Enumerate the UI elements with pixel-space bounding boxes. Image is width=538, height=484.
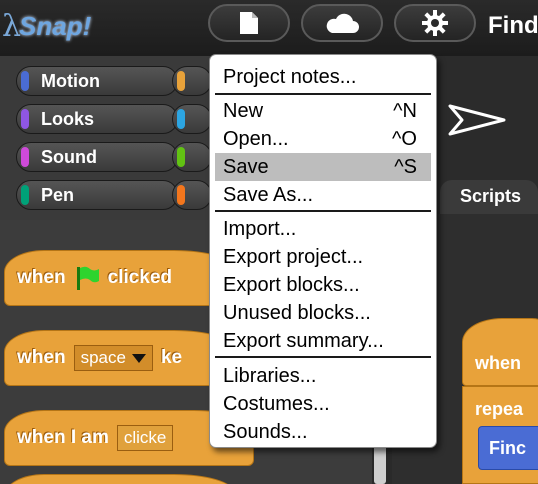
menu-label: Costumes... bbox=[223, 393, 330, 415]
menu-label: Save bbox=[223, 156, 269, 178]
menu-label: Unused blocks... bbox=[223, 302, 371, 324]
menu-label: New bbox=[223, 100, 264, 122]
menu-shortcut: ^N bbox=[393, 100, 417, 122]
snap-logo[interactable]: λ Snap! bbox=[0, 4, 120, 48]
menu-item-open[interactable]: Open... ^O bbox=[215, 125, 431, 153]
menu-item-unused-blocks[interactable]: Unused blocks... bbox=[215, 299, 431, 327]
menu-item-export-summary[interactable]: Export summary... bbox=[215, 327, 431, 355]
sensing-swatch bbox=[177, 109, 185, 129]
operators-swatch bbox=[177, 147, 185, 167]
category-pane: Motion Looks Sound Pen bbox=[0, 56, 212, 220]
category-motion[interactable]: Motion bbox=[16, 66, 178, 96]
menu-label: Project notes... bbox=[223, 66, 357, 88]
menu-shortcut: ^S bbox=[394, 156, 417, 178]
menu-label: Export blocks... bbox=[223, 274, 360, 296]
block-text: Finc bbox=[489, 438, 527, 458]
category-control-edge[interactable] bbox=[172, 66, 212, 96]
script-find-block[interactable]: Finc bbox=[478, 426, 538, 470]
interaction-dropdown[interactable]: clicke bbox=[116, 425, 174, 451]
pen-swatch bbox=[21, 185, 29, 205]
dropdown-arrow-icon bbox=[131, 353, 146, 363]
menu-item-costumes[interactable]: Costumes... bbox=[215, 390, 431, 418]
menu-item-save-as[interactable]: Save As... bbox=[215, 181, 431, 209]
sprite-arrow-icon[interactable] bbox=[448, 100, 508, 140]
block-text: when bbox=[17, 267, 66, 288]
variables-swatch bbox=[177, 185, 185, 205]
settings-button[interactable] bbox=[394, 4, 476, 42]
menu-item-new[interactable]: New ^N bbox=[215, 97, 431, 125]
menu-separator bbox=[215, 356, 431, 358]
block-text: clicked bbox=[107, 267, 172, 288]
menu-item-save[interactable]: Save ^S bbox=[215, 153, 431, 181]
top-bar: λ Snap! Find bbox=[0, 0, 538, 56]
menu-label: Save As... bbox=[223, 184, 314, 206]
menu-item-libraries[interactable]: Libraries... bbox=[215, 362, 431, 390]
sound-swatch bbox=[21, 147, 29, 167]
key-value: space bbox=[80, 348, 126, 367]
palette-block-partial[interactable] bbox=[4, 474, 234, 484]
category-label: Pen bbox=[41, 185, 75, 205]
menu-label: Import... bbox=[223, 218, 297, 240]
menu-label: Libraries... bbox=[223, 365, 317, 387]
block-text: when bbox=[475, 353, 522, 373]
menu-separator bbox=[215, 93, 431, 95]
menu-item-sounds[interactable]: Sounds... bbox=[215, 418, 431, 446]
category-sensing-edge[interactable] bbox=[172, 104, 212, 134]
menu-label: Export summary... bbox=[223, 330, 384, 352]
block-text: when bbox=[17, 347, 66, 368]
block-text: when I am bbox=[17, 427, 109, 448]
file-menu: Project notes... New ^N Open... ^O Save … bbox=[209, 54, 437, 448]
cloud-button[interactable] bbox=[301, 4, 383, 42]
script-hat-block[interactable]: when bbox=[462, 318, 538, 386]
block-text: repea bbox=[475, 399, 524, 419]
category-variables-edge[interactable] bbox=[172, 180, 212, 210]
menu-item-export-blocks[interactable]: Export blocks... bbox=[215, 271, 431, 299]
menu-separator bbox=[215, 210, 431, 212]
tab-label: Scripts bbox=[460, 186, 522, 206]
menu-label: Sounds... bbox=[223, 421, 308, 443]
control-swatch bbox=[177, 71, 185, 91]
motion-swatch bbox=[21, 71, 29, 91]
key-dropdown[interactable]: space bbox=[73, 345, 153, 371]
when-flag-clicked-block[interactable]: when clicked bbox=[4, 250, 234, 306]
menu-label: Export project... bbox=[223, 246, 364, 268]
logo-text: Snap! bbox=[19, 10, 92, 41]
when-key-pressed-block[interactable]: when space ke bbox=[4, 330, 234, 386]
category-label: Motion bbox=[41, 71, 100, 91]
tab-scripts[interactable]: Scripts bbox=[440, 180, 538, 214]
cloud-icon bbox=[326, 13, 359, 33]
category-operators-edge[interactable] bbox=[172, 142, 212, 172]
green-flag-icon bbox=[76, 266, 99, 290]
block-text: ke bbox=[160, 347, 183, 368]
file-button[interactable] bbox=[208, 4, 290, 42]
menu-item-project-notes[interactable]: Project notes... bbox=[215, 63, 431, 91]
looks-swatch bbox=[21, 109, 29, 129]
project-title: Find bbox=[488, 12, 538, 39]
file-icon bbox=[240, 12, 258, 34]
category-label: Sound bbox=[41, 147, 97, 167]
category-label: Looks bbox=[41, 109, 95, 129]
category-pen[interactable]: Pen bbox=[16, 180, 178, 210]
menu-shortcut: ^O bbox=[392, 128, 417, 150]
menu-item-export-project[interactable]: Export project... bbox=[215, 243, 431, 271]
menu-item-import[interactable]: Import... bbox=[215, 215, 431, 243]
category-looks[interactable]: Looks bbox=[16, 104, 178, 134]
gear-icon bbox=[422, 10, 448, 36]
menu-label: Open... bbox=[223, 128, 289, 150]
category-sound[interactable]: Sound bbox=[16, 142, 178, 172]
palette-scrollbar[interactable] bbox=[374, 444, 386, 484]
